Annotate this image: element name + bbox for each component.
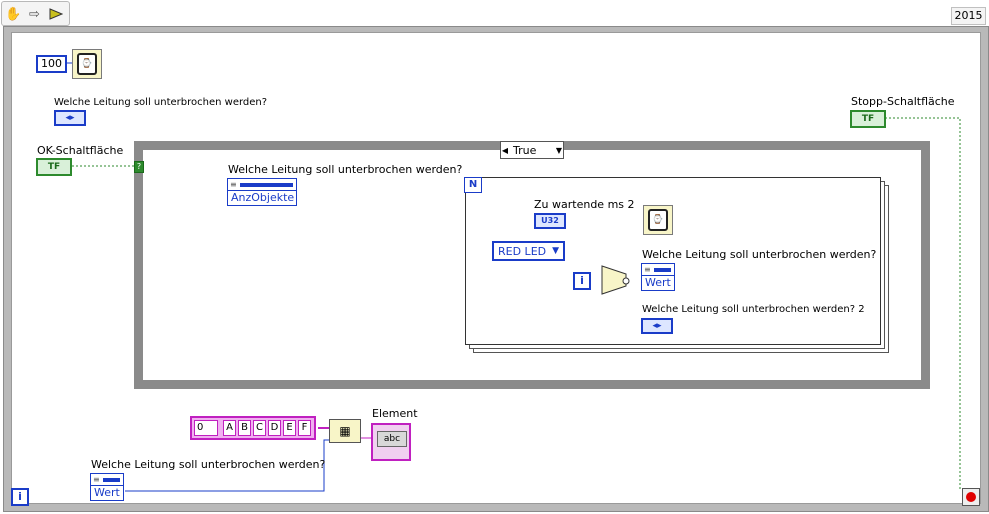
dropdown-icon: ▼ [552,246,560,256]
stop-icon [966,492,976,502]
property-node[interactable]: ≡ AnzObjekte [227,178,297,206]
u32-terminal[interactable]: U32 [534,213,566,229]
string-indicator-screen: abc [377,431,407,447]
array-element-c[interactable]: C [253,420,266,436]
array-element-d[interactable]: D [268,420,281,436]
stop-label: Stopp-Schaltfläche [851,95,955,108]
while-loop-iteration: i [11,488,29,506]
case-next-icon[interactable]: ▼ [555,146,563,155]
enum-constant[interactable]: RED LED ▼ [492,241,566,261]
array-element-e[interactable]: E [283,420,296,436]
array-element-a[interactable]: A [223,420,236,436]
loop-condition-stop[interactable] [962,488,980,506]
prop-node-label: Welche Leitung soll unterbrochen werden? [228,163,463,176]
for-loop-index: i [573,272,591,290]
property-node-2[interactable]: ≡ Wert [641,263,675,291]
array-index[interactable]: 0 [194,420,218,436]
enum2-label: Welche Leitung soll unterbrochen werden?… [642,304,865,315]
string-indicator[interactable]: abc [371,423,411,461]
for-loop-count[interactable]: N [464,177,482,193]
array-element-f[interactable]: F [298,420,311,436]
wait-ms-icon[interactable]: ⌚ [72,49,102,79]
wait-ms-constant[interactable]: 100 [36,55,67,73]
stop-terminal[interactable]: TF [850,110,886,128]
index-array-icon[interactable]: ▦ [329,419,361,443]
prop-node3-label: Welche Leitung soll unterbrochen werden? [91,458,326,471]
wait-icon-2[interactable]: ⌚ [643,205,673,235]
prop-node2-property: Wert [645,276,671,289]
array-element-b[interactable]: B [238,420,251,436]
for-loop-frame [465,177,881,345]
property-node-3[interactable]: ≡ Wert [90,473,124,501]
prop-node3-property: Wert [94,486,120,499]
prop-node2-header: ≡ [642,264,674,276]
prop-node3-header: ≡ [91,474,123,486]
element-label: Element [372,407,418,420]
case-selector[interactable]: ◀ True ▼ [500,141,564,159]
ok-label: OK-Schaltfläche [37,144,124,157]
array-constant[interactable]: 0 A B C D E F [190,416,316,440]
prop-node-property: AnzObjekte [231,191,295,204]
enum-terminal[interactable]: ◂▸ [54,110,86,126]
select-node-icon[interactable] [598,264,632,296]
wait-ms-label: Zu wartende ms 2 [534,198,635,211]
prop-node-header: ≡ [228,179,296,191]
enum-label: Welche Leitung soll unterbrochen werden? [54,97,268,108]
enum2-terminal[interactable]: ◂▸ [641,318,673,334]
prop-node2-label: Welche Leitung soll unterbrochen werden? [642,248,877,261]
case-selector-terminal: ? [134,161,144,173]
ok-terminal[interactable]: TF [36,158,72,176]
case-prev-icon[interactable]: ◀ [501,146,509,155]
